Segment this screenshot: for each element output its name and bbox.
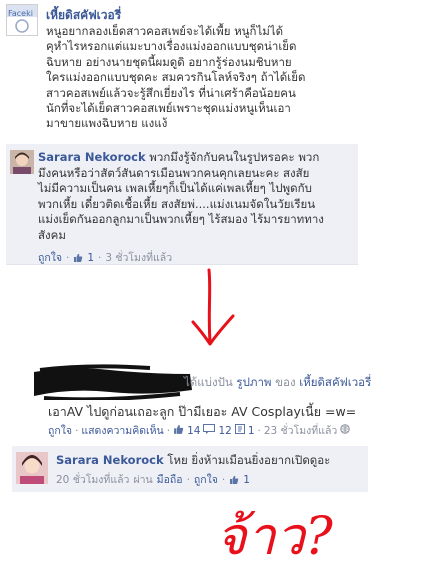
share-meta: ถูกใจ · แสดงความคิดเห็น · 14 12 1 · 23 ช…	[48, 422, 350, 439]
hand-drawn-arrow-icon	[191, 268, 235, 346]
like-link[interactable]: ถูกใจ	[38, 249, 62, 266]
like-count[interactable]: 1	[243, 474, 250, 486]
share-icon	[234, 424, 245, 437]
comment-timestamp[interactable]: 20 ชั่วโมงที่แล้ว	[56, 471, 129, 488]
like-count[interactable]: 1	[87, 252, 94, 264]
comment: Sarara Nekorock พวกมึงรู้จักกับคนในรูปหร…	[6, 144, 358, 265]
separator-dot: ·	[166, 424, 171, 437]
mobile-link[interactable]: มือถือ	[157, 471, 183, 488]
separator-dot: ·	[66, 251, 70, 264]
share-story: ได้แบ่งปัน รูปภาพ ของ เหี้ยดิสคัฟเวอรี่ …	[30, 364, 434, 446]
handwritten-text: จ้าว?	[216, 507, 334, 567]
share-timestamp[interactable]: 23 ชั่วโมงที่แล้ว	[264, 422, 337, 439]
globe-icon	[340, 424, 350, 437]
comment-meta: ถูกใจ · 1 · 3 ชั่วโมงที่แล้ว	[38, 249, 172, 266]
like-link[interactable]: ถูกใจ	[48, 422, 72, 439]
separator-dot: ·	[257, 424, 261, 437]
commenter-avatar[interactable]	[10, 150, 34, 174]
comment-text-block: Sarara Nekorock พวกมึงรู้จักกับคนในรูปหร…	[38, 150, 352, 244]
page-post: Faceki เหี้ยดิสคัฟเวอรี่ หนูอยากลองเย็ดส…	[6, 4, 434, 140]
redaction-scribble	[34, 364, 192, 400]
post-body: หนูอยากลองเย็ดสาวคอสเพย์จะได้เพื้ย หนูก็…	[46, 24, 306, 131]
handwritten-annotation: จ้าว?	[216, 507, 334, 567]
likes-count[interactable]: 14	[187, 425, 200, 437]
of-text: ของ	[275, 375, 296, 389]
separator-dot: ·	[221, 473, 226, 486]
commenter-name-link[interactable]: Sarara Nekorock	[38, 150, 146, 164]
thumbs-up-icon	[173, 424, 184, 438]
via-text: ผ่าน	[133, 474, 153, 486]
commenter-name-link[interactable]: Sarara Nekorock	[56, 453, 164, 467]
shared-page-link[interactable]: เหี้ยดิสคัฟเวอรี่	[299, 375, 371, 389]
comment-text-block: Sarara Nekorock โหย ยิ่งห้ามเมือนยิ่งอยา…	[56, 452, 330, 470]
comments-count[interactable]: 12	[218, 425, 231, 437]
thumbs-up-icon	[229, 475, 239, 485]
comment-text: โหย ยิ่งห้ามเมือนยิ่งอยากเปิดดูอะ	[167, 453, 331, 467]
separator-dot: ·	[98, 251, 102, 264]
comment-timestamp[interactable]: 3 ชั่วโมงที่แล้ว	[105, 249, 172, 266]
share-heading: ได้แบ่งปัน รูปภาพ ของ เหี้ยดิสคัฟเวอรี่	[184, 374, 371, 392]
comment-meta: 20 ชั่วโมงที่แล้ว ผ่าน มือถือ · ถูกใจ · …	[56, 471, 250, 488]
post-author-link[interactable]: เหี้ยดิสคัฟเวอรี่	[46, 6, 121, 25]
commenter-avatar[interactable]	[16, 452, 48, 484]
page-avatar-logo: Faceki	[7, 5, 37, 35]
shares-count[interactable]: 1	[248, 425, 255, 437]
separator-dot: ·	[75, 424, 79, 437]
shared-text: ได้แบ่งปัน	[184, 375, 233, 389]
thumbs-up-icon	[73, 253, 83, 263]
photo-link[interactable]: รูปภาพ	[236, 375, 271, 389]
share-message: เอาAV ไปดูก่อนเถอะลูก ป๊ามีเยอะ AV Cospl…	[48, 404, 357, 419]
avatar-label: Faceki	[8, 9, 33, 18]
separator-dot: ·	[186, 473, 190, 486]
page-avatar[interactable]: Faceki	[6, 4, 38, 36]
comment-link[interactable]: แสดงความคิดเห็น	[81, 422, 163, 439]
like-link[interactable]: ถูกใจ	[194, 471, 218, 488]
comment: Sarara Nekorock โหย ยิ่งห้ามเมือนยิ่งอยา…	[12, 446, 368, 492]
comment-icon	[203, 424, 216, 437]
